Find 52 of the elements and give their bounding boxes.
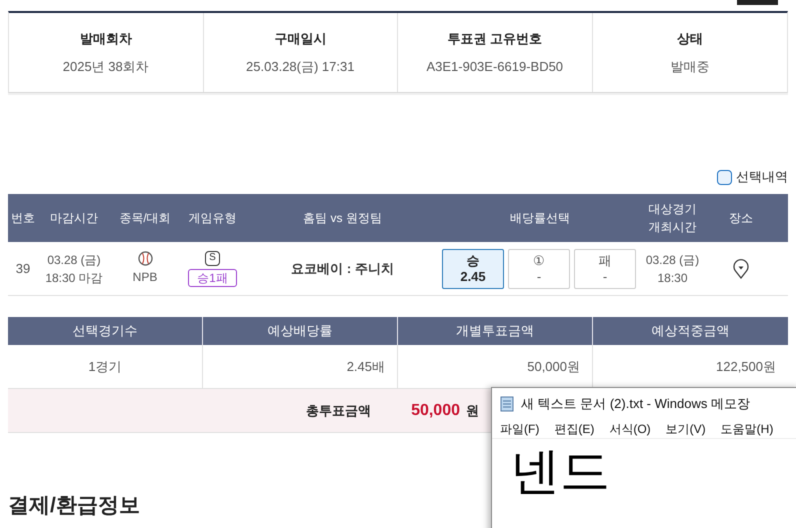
column-header: 대상경기 개최시간 [648, 201, 698, 236]
checkbox-label: 선택내역 [736, 168, 788, 186]
column-header: 장소 [729, 210, 753, 227]
column-header: 게임유형 [188, 210, 236, 227]
column-header: 예상배당률 [268, 322, 332, 340]
table-cell-text: 50,000원 [527, 358, 580, 376]
odds-button[interactable]: ① - [508, 248, 570, 288]
league-name: NPB [132, 269, 158, 286]
total-amount: 50,000 [411, 400, 460, 420]
column-header: 종목/대회 [119, 210, 171, 227]
menu-item[interactable]: 도움말(H) [720, 420, 774, 438]
currency-unit: 원 [466, 402, 479, 420]
info-value: 2025년 38회차 [62, 58, 149, 76]
odds-button[interactable]: 패 - [574, 248, 636, 288]
table-cell-text: 122,500원 [716, 358, 776, 376]
odds-button[interactable]: 승 2.45 [442, 248, 504, 288]
text-area[interactable]: 넨드 [492, 439, 796, 501]
info-value: 발매중 [670, 58, 710, 76]
column-header: 개별투표금액 [456, 322, 534, 340]
table-cell-text: 1경기 [88, 358, 122, 376]
column-header: 예상적중금액 [652, 322, 730, 340]
window-title: 새 텍스트 문서 (2).txt - Windows 메모장 [521, 394, 750, 413]
type-badge: S [205, 250, 220, 266]
total-label: 총투표금액 [306, 402, 372, 420]
column-header: 배당률선택 [510, 210, 570, 227]
table-cell-text: 2.45배 [346, 358, 385, 376]
deadline-date: 03.28 (금) [47, 252, 101, 268]
column-header: 번호 [11, 210, 35, 227]
menu-item[interactable]: 보기(V) [666, 420, 706, 438]
checkbox[interactable] [717, 170, 732, 184]
menu-item[interactable]: 서식(O) [609, 420, 651, 438]
info-label: 구매일시 [274, 30, 326, 48]
match-date: 03.28 (금) [646, 252, 700, 268]
info-label: 투표권 고유번호 [447, 30, 542, 48]
column-header: 홈팀 vs 원정팀 [303, 210, 382, 227]
match-time: 18:30 [657, 270, 688, 286]
column-header: 선택경기수 [72, 322, 138, 340]
menu-item[interactable]: 편집(E) [554, 420, 594, 438]
notepad-icon [500, 396, 514, 412]
section-heading: 결제/환급정보 [8, 493, 141, 519]
baseball-icon [138, 251, 152, 266]
info-label: 상태 [676, 30, 703, 48]
match-teams: 요코베이 : 주니치 [291, 260, 394, 278]
location-pin-icon[interactable] [733, 258, 749, 278]
game-type-tag: 승1패 [188, 268, 237, 286]
info-label: 발매회차 [80, 30, 132, 48]
menu-item[interactable]: 파일(F) [500, 420, 540, 438]
column-header: 마감시간 [50, 210, 98, 227]
deadline-time: 18:30 마감 [45, 270, 103, 286]
table-cell-text: 39 [16, 260, 30, 278]
info-value: A3E1-903E-6619-BD50 [426, 58, 564, 76]
info-value: 25.03.28(금) 17:31 [246, 58, 354, 76]
